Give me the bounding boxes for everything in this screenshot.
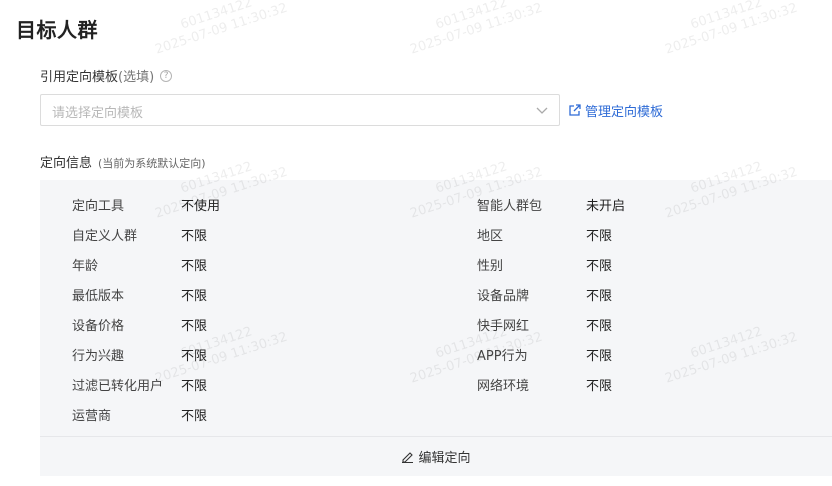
targeting-row: 设备价格 不限 快手网红 不限 [40,316,832,346]
targeting-value: 不限 [181,319,208,334]
targeting-key: 运营商 [72,409,112,424]
targeting-key: 快手网红 [477,319,530,334]
targeting-key: 设备品牌 [477,289,530,304]
watermark-id: 601134122 [178,0,255,33]
targeting-row: 自定义人群 不限 地区 不限 [40,226,832,256]
targeting-key: 自定义人群 [72,229,138,244]
targeting-value: 不限 [181,379,208,394]
targeting-row: 行为兴趣 不限 APP行为 不限 [40,346,832,376]
watermark-time: 2025-07-09 11:30:32 [153,0,290,58]
targeting-key: 行为兴趣 [72,349,125,364]
targeting-value: 不限 [181,259,208,274]
targeting-key: 网络环境 [477,379,530,394]
targeting-key: 最低版本 [72,289,125,304]
edit-targeting-label: 编辑定向 [418,451,471,466]
targeting-row: 过滤已转化用户 不限 网络环境 不限 [40,376,832,406]
watermark-time: 2025-07-09 11:30:32 [408,0,545,58]
targeting-value: 不限 [181,289,208,304]
targeting-value: 不使用 [181,199,221,214]
watermark-stamp: 6011341222025-07-09 11:30:32 [148,0,289,59]
optional-hint: (选填) [118,70,155,85]
targeting-value: 不限 [181,229,208,244]
targeting-value: 不限 [586,379,613,394]
targeting-key: 性别 [477,259,504,274]
template-select[interactable]: 请选择定向模板 [40,94,560,126]
pencil-icon [402,452,414,463]
targeting-value: 未开启 [586,199,626,214]
targeting-value: 不限 [181,349,208,364]
targeting-value: 不限 [181,409,208,424]
targeting-key: 定向工具 [72,199,125,214]
targeting-key: APP行为 [477,349,528,364]
template-select-placeholder: 请选择定向模板 [52,106,144,121]
page-title: 目标人群 [16,18,98,42]
targeting-key: 地区 [477,229,504,244]
targeting-key: 设备价格 [72,319,125,334]
targeting-value: 不限 [586,319,613,334]
targeting-value: 不限 [586,349,613,364]
targeting-row: 定向工具 不使用 智能人群包 未开启 [40,196,832,226]
watermark-stamp: 6011341222025-07-09 11:30:32 [658,0,799,59]
template-label-text: 引用定向模板 [40,70,119,85]
targeting-key: 智能人群包 [477,199,543,214]
watermark-id: 601134122 [433,0,510,33]
template-label: 引用定向模板 (选填) ? [40,66,173,85]
watermark-stamp: 6011341222025-07-09 11:30:32 [403,0,544,59]
targeting-row: 运营商 不限 [40,406,832,436]
targeting-value: 不限 [586,229,613,244]
watermark-id: 601134122 [688,0,765,33]
external-link-icon [569,104,581,116]
targeting-value: 不限 [586,289,613,304]
targeting-info-note: (当前为系统默认定向) [98,157,206,170]
manage-template-link[interactable]: 管理定向模板 [568,101,663,120]
manage-template-label: 管理定向模板 [585,105,664,120]
targeting-value: 不限 [586,259,613,274]
targeting-row: 最低版本 不限 设备品牌 不限 [40,286,832,316]
targeting-key: 年龄 [72,259,99,274]
targeting-info-panel: 定向工具 不使用 智能人群包 未开启 自定义人群 不限 地区 不限 年龄 不限 … [40,180,832,476]
targeting-info-heading: 定向信息 (当前为系统默认定向) [40,152,206,171]
chevron-down-icon [536,107,548,114]
targeting-key: 过滤已转化用户 [72,379,164,394]
question-circle-icon[interactable]: ? [160,69,173,82]
edit-targeting-button[interactable]: 编辑定向 [40,437,832,476]
watermark-time: 2025-07-09 11:30:32 [663,0,800,58]
targeting-info-label: 定向信息 [40,156,93,171]
targeting-row: 年龄 不限 性别 不限 [40,256,832,286]
